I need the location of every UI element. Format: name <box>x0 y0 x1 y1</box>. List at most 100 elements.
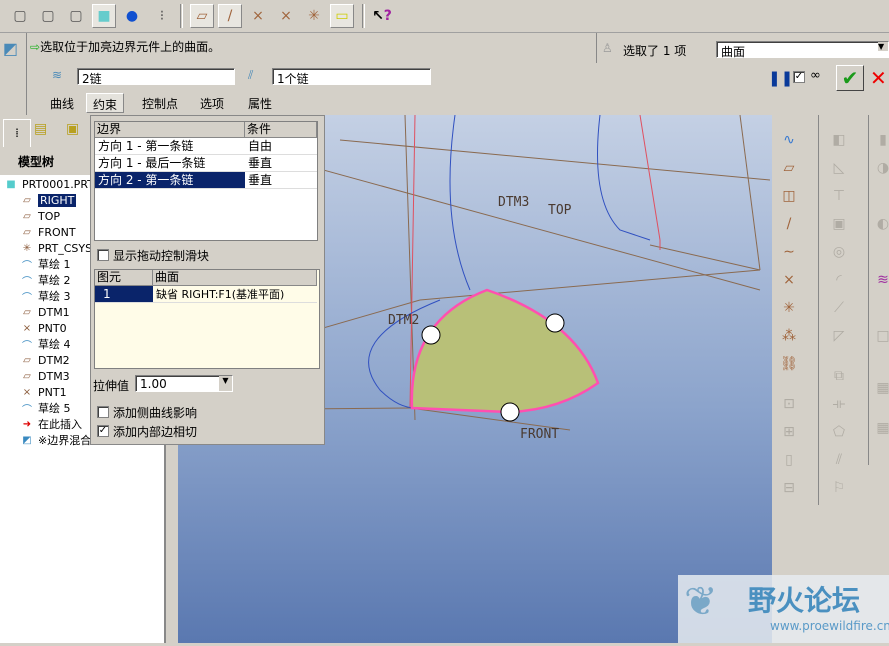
datum-axis-tool-icon[interactable]: / <box>778 213 800 235</box>
rib-icon[interactable]: ⊤ <box>828 185 850 207</box>
column-header-entity[interactable]: 图元 <box>95 270 153 286</box>
tab-curves[interactable]: 曲线 <box>44 93 80 113</box>
offset-plane-icon[interactable]: ◫ <box>778 185 800 207</box>
blend-icon[interactable]: ◑ <box>872 157 889 179</box>
condition-cell[interactable]: 垂直 <box>245 172 317 189</box>
chain-icon[interactable]: ⛓ <box>778 353 800 375</box>
variable-sweep-icon[interactable]: ◐ <box>872 213 889 235</box>
tree-item[interactable]: ◩ ※边界混合 <box>20 432 91 448</box>
tree-item[interactable]: ▱ DTM2 <box>20 352 70 368</box>
saved-views-icon[interactable]: ● <box>120 4 144 28</box>
boundary-cell[interactable]: 方向 1 - 第一条链 <box>95 138 245 155</box>
grid-icon[interactable]: ▦ <box>872 377 889 399</box>
datum-point-tool-icon[interactable]: × <box>778 269 800 291</box>
datum-plane-tool-icon[interactable]: ▱ <box>778 157 800 179</box>
stretch-value-select[interactable]: 1.00 ▼ <box>135 375 233 392</box>
chevron-down-icon[interactable]: ▼ <box>878 42 888 51</box>
context-help-icon[interactable]: ↖? <box>370 4 394 28</box>
ref-surface-cell[interactable]: 缺省 RIGHT:F1(基准平面) <box>153 286 317 303</box>
shell-icon[interactable]: ▣ <box>828 213 850 235</box>
revolve-icon[interactable]: ◺ <box>828 157 850 179</box>
datum-plane-toggle-icon[interactable]: ▱ <box>190 4 214 28</box>
model-tree-tab-icon[interactable]: ⁞ <box>3 119 31 147</box>
datum-axis-toggle-icon[interactable]: / <box>218 4 242 28</box>
pattern-icon[interactable]: ⧉ <box>828 365 850 387</box>
no-hidden-icon[interactable]: ▢ <box>64 4 88 28</box>
point-tag-icon[interactable]: × <box>274 4 298 28</box>
tree-item[interactable]: ⌒ 草绘 3 <box>20 288 71 304</box>
filter-select[interactable]: 曲面 ▼ <box>716 41 889 59</box>
round-icon[interactable]: ◜ <box>828 269 850 291</box>
tree-item[interactable]: ➜ 在此插入 <box>20 416 82 432</box>
datum-curve-tool-icon[interactable]: ∼ <box>778 241 800 263</box>
dir2-chain-field[interactable]: 1个链 <box>272 68 431 86</box>
favorites-tab-icon[interactable]: ▣ <box>66 121 79 137</box>
model-tree-display-icon[interactable]: ⁝ <box>150 4 174 28</box>
inner-tangent-checkbox[interactable]: ✓ <box>97 425 109 437</box>
hidden-line-icon[interactable]: ▢ <box>36 4 60 28</box>
ref-entity-cell[interactable]: 1 <box>95 286 153 303</box>
merge-icon[interactable]: ⬠ <box>828 421 850 443</box>
boundary-cell[interactable]: 方向 1 - 最后一条链 <box>95 155 245 172</box>
mirror-icon[interactable]: ⊟ <box>778 477 800 499</box>
draft-icon[interactable]: ⟋ <box>828 297 850 319</box>
tab-control-points[interactable]: 控制点 <box>136 93 184 113</box>
copy-icon[interactable]: ⊡ <box>778 393 800 415</box>
grid-icon[interactable]: ▦ <box>872 417 889 439</box>
mirror-tool-icon[interactable]: ⟛ <box>828 393 850 415</box>
tab-options[interactable]: 选项 <box>194 93 230 113</box>
pause-icon[interactable]: ❚❚ <box>768 69 793 87</box>
tree-item[interactable]: ⌒ 草绘 4 <box>20 336 71 352</box>
glasses-icon[interactable]: ∞ <box>810 68 821 83</box>
paste-icon[interactable]: ⊞ <box>778 421 800 443</box>
paste-special-icon[interactable]: ▯ <box>778 449 800 471</box>
tree-item[interactable]: × PNT1 <box>20 384 67 400</box>
condition-cell[interactable]: 自由 <box>245 138 317 155</box>
folder-browser-tab-icon[interactable]: ▤ <box>34 121 47 137</box>
datum-point-toggle-icon[interactable]: × <box>246 4 270 28</box>
tab-constraints[interactable]: 约束 <box>86 93 125 113</box>
tab-properties[interactable]: 属性 <box>242 93 278 113</box>
cancel-button[interactable]: ✕ <box>870 66 887 90</box>
drag-handle[interactable] <box>421 325 441 345</box>
side-curve-checkbox[interactable] <box>97 406 109 418</box>
boundary-cell[interactable]: 方向 2 - 第一条链 <box>95 172 245 189</box>
drag-handle[interactable] <box>500 402 520 422</box>
style-icon[interactable]: □ <box>872 325 889 347</box>
annotation-toggle-icon[interactable]: ▭ <box>330 4 354 28</box>
csys-toggle-icon[interactable]: ✳ <box>302 4 326 28</box>
dir1-chain-field[interactable]: 2链 <box>77 68 235 86</box>
chamfer-icon[interactable]: ◸ <box>828 325 850 347</box>
boundary-blend-tool-icon[interactable]: ≋ <box>872 269 889 291</box>
preview-checkbox[interactable]: ✓ <box>793 71 805 83</box>
condition-cell[interactable]: 垂直 <box>245 155 317 172</box>
wireframe-icon[interactable]: ▢ <box>8 4 32 28</box>
tree-root[interactable]: ■ PRT0001.PRT <box>4 176 94 192</box>
tree-item[interactable]: ✳ PRT_CSYS <box>20 240 92 256</box>
tree-item[interactable]: ▱ DTM1 <box>20 304 70 320</box>
tree-item[interactable]: ▱ DTM3 <box>20 368 70 384</box>
column-header-condition[interactable]: 条件 <box>245 122 317 138</box>
show-drag-checkbox[interactable] <box>97 249 109 261</box>
tree-item[interactable]: ⌒ 草绘 1 <box>20 256 71 272</box>
analysis-tool-icon[interactable]: ⁂ <box>778 325 800 347</box>
extrude-icon[interactable]: ◧ <box>828 129 850 151</box>
column-header-boundary[interactable]: 边界 <box>95 122 245 138</box>
trim-icon[interactable]: ⫽ <box>828 449 850 471</box>
tree-item[interactable]: × PNT0 <box>20 320 67 336</box>
tree-item[interactable]: ⌒ 草绘 5 <box>20 400 71 416</box>
tree-item[interactable]: ▱ TOP <box>20 208 60 224</box>
column-header-surface[interactable]: 曲面 <box>153 270 317 286</box>
shading-icon[interactable]: ■ <box>92 4 116 28</box>
tree-item[interactable]: ⌒ 草绘 2 <box>20 272 71 288</box>
drag-handle[interactable] <box>545 313 565 333</box>
flag-icon[interactable]: ⚐ <box>828 477 850 499</box>
tree-item[interactable]: ▱ FRONT <box>20 224 75 240</box>
ok-button[interactable]: ✔ <box>836 65 864 91</box>
hole-icon[interactable]: ◎ <box>828 241 850 263</box>
sweep-icon[interactable]: ▮ <box>872 129 889 151</box>
chevron-down-icon[interactable]: ▼ <box>219 376 232 391</box>
sketch-tool-icon[interactable]: ∿ <box>778 129 800 151</box>
tree-item[interactable]: ▱ RIGHT <box>20 192 77 208</box>
csys-tool-icon[interactable]: ✳ <box>778 297 800 319</box>
